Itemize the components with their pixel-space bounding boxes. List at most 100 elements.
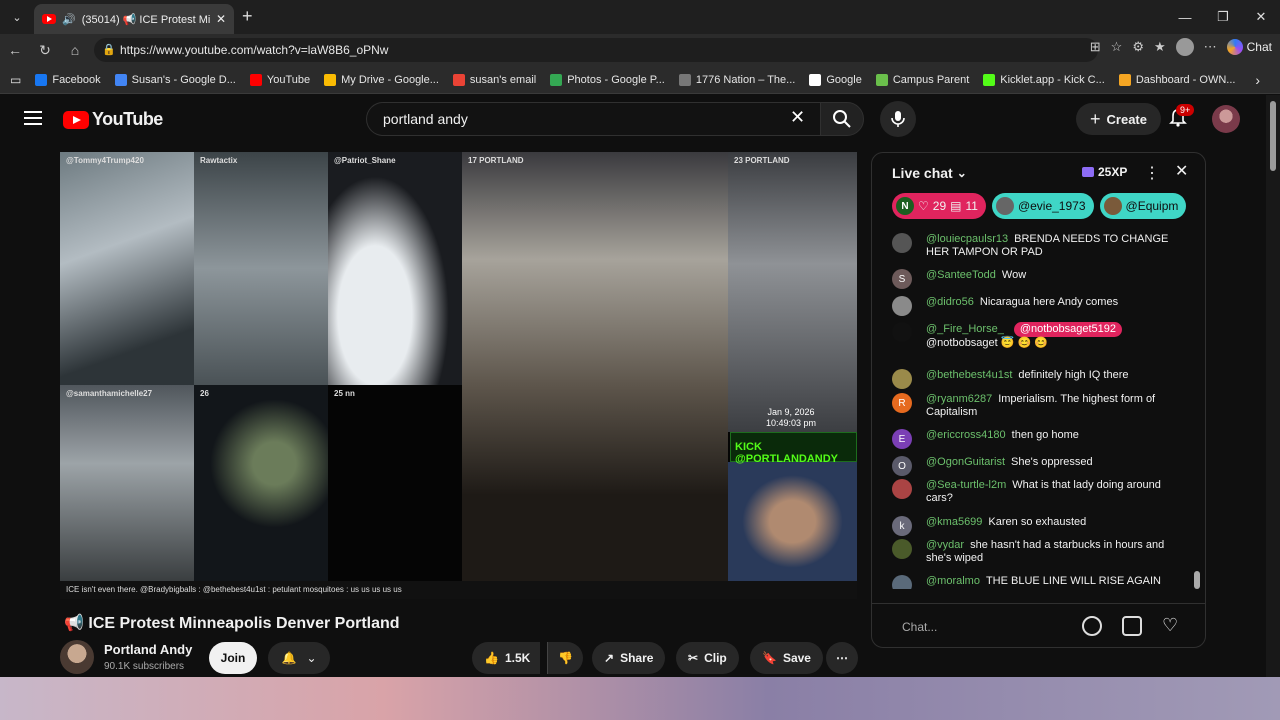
- member-chip[interactable]: @Equipm: [1099, 193, 1187, 219]
- more-bookmarks-icon[interactable]: ›: [1255, 72, 1260, 88]
- youtube-logo[interactable]: YouTube: [63, 109, 163, 130]
- minimize-icon[interactable]: —: [1166, 0, 1204, 34]
- bookmark-item[interactable]: My Drive - Google...: [324, 73, 439, 86]
- chat-avatar[interactable]: [892, 479, 912, 499]
- video-player[interactable]: @Tommy4Trump420 Rawtactix @Patriot_Shane…: [60, 152, 857, 599]
- chat-username[interactable]: @moralmo: [926, 575, 980, 587]
- chat-avatar[interactable]: k: [892, 516, 912, 536]
- chat-username[interactable]: @kma5699: [926, 516, 982, 528]
- chat-message[interactable]: @vydar she hasn't had a starbucks in hour…: [892, 539, 1182, 565]
- member-chip[interactable]: @evie_1973: [991, 193, 1094, 219]
- share-button[interactable]: ↗ Share: [592, 642, 666, 674]
- reload-icon[interactable]: ↻: [30, 42, 60, 59]
- clip-button[interactable]: ✂ Clip: [676, 642, 739, 674]
- poll-chip[interactable]: N ♡ 29 ▤ 11: [892, 193, 986, 219]
- apps-icon[interactable]: ⊞: [1090, 39, 1101, 55]
- bookmark-item[interactable]: Kicklet.app - Kick C...: [983, 73, 1105, 86]
- super-chat-icon[interactable]: [1122, 616, 1142, 636]
- bookmark-item[interactable]: Photos - Google P...: [550, 73, 665, 86]
- chat-message[interactable]: k @kma5699 Karen so exhausted: [892, 516, 1182, 536]
- reading-list-icon[interactable]: ▭: [10, 73, 21, 87]
- chat-message[interactable]: @louiecpaulsr13 BRENDA NEEDS TO CHANGE HE…: [892, 233, 1182, 259]
- chat-avatar[interactable]: [892, 296, 912, 316]
- new-tab-icon[interactable]: +: [242, 6, 253, 27]
- extensions-icon[interactable]: ⚙: [1132, 39, 1144, 55]
- chat-username[interactable]: @bethebest4u1st: [926, 369, 1012, 381]
- bookmark-item[interactable]: Facebook: [35, 73, 101, 86]
- bookmark-item[interactable]: Google: [809, 73, 862, 86]
- profile-icon[interactable]: [1175, 38, 1194, 56]
- chat-scroll-thumb[interactable]: [1194, 571, 1200, 589]
- tab-list-chevron-icon[interactable]: ⌄: [6, 6, 28, 28]
- channel-avatar[interactable]: [60, 640, 94, 674]
- chat-avatar[interactable]: [892, 369, 912, 389]
- chat-username[interactable]: @louiecpaulsr13: [926, 233, 1008, 245]
- create-button[interactable]: + Create: [1076, 103, 1161, 135]
- copilot-button[interactable]: Chat: [1226, 39, 1272, 55]
- channel-name[interactable]: Portland Andy: [104, 642, 192, 657]
- account-avatar[interactable]: [1212, 105, 1240, 133]
- home-icon[interactable]: ⌂: [60, 42, 90, 58]
- chat-more-icon[interactable]: ⋮: [1144, 163, 1160, 183]
- chat-message[interactable]: @didro56 Nicaragua here Andy comes: [892, 296, 1182, 316]
- page-scrollbar[interactable]: [1266, 95, 1280, 677]
- chat-messages[interactable]: @louiecpaulsr13 BRENDA NEEDS TO CHANGE HE…: [872, 227, 1205, 589]
- bookmark-item[interactable]: 1776 Nation – The...: [678, 73, 795, 86]
- address-bar[interactable]: 🔒 https://www.youtube.com/watch?v=laW8B6…: [94, 38, 1098, 62]
- chat-message[interactable]: @moralmo THE BLUE LINE WILL RISE AGAIN: [892, 575, 1182, 589]
- site-info-icon[interactable]: 🔒: [102, 43, 116, 56]
- join-button[interactable]: Join: [209, 642, 257, 674]
- speaker-icon[interactable]: 🔊: [62, 13, 76, 26]
- dislike-button[interactable]: 👎: [547, 642, 583, 674]
- chat-avatar[interactable]: [892, 539, 912, 559]
- chat-username[interactable]: @Sea-turtle-l2m: [926, 479, 1006, 491]
- chat-username[interactable]: @ericcross4180: [926, 429, 1006, 441]
- bookmark-item[interactable]: YouTube: [249, 73, 310, 86]
- chat-username[interactable]: @_Fire_Horse_: [926, 323, 1004, 335]
- chat-close-icon[interactable]: ✕: [1175, 161, 1188, 181]
- chat-avatar[interactable]: R: [892, 393, 912, 413]
- chat-username[interactable]: @ryanm6287: [926, 393, 992, 405]
- emoji-icon[interactable]: [1082, 616, 1102, 636]
- chat-input[interactable]: Chat...: [890, 614, 1080, 640]
- chat-username[interactable]: @vydar: [926, 539, 964, 551]
- search-input[interactable]: portland andy: [366, 102, 822, 136]
- favorite-star-icon[interactable]: ☆: [1111, 39, 1123, 55]
- chat-avatar[interactable]: S: [892, 269, 912, 289]
- chat-username[interactable]: @OgonGuitarist: [926, 456, 1005, 468]
- chat-message[interactable]: @_Fire_Horse_ @notbobsaget5192 @notbobsage…: [892, 322, 1182, 350]
- favorites-icon[interactable]: ★: [1154, 39, 1166, 55]
- chat-message[interactable]: R @ryanm6287 Imperialism. The highest form…: [892, 393, 1182, 419]
- bookmark-item[interactable]: susan's email: [452, 73, 536, 86]
- chat-avatar[interactable]: [892, 322, 912, 342]
- window-close-icon[interactable]: ✕: [1242, 0, 1280, 34]
- chat-message[interactable]: @bethebest4u1st definitely high IQ there: [892, 369, 1182, 389]
- bookmark-item[interactable]: Campus Parent: [875, 73, 969, 86]
- search-button[interactable]: [820, 102, 864, 136]
- tab-close-icon[interactable]: ✕: [216, 12, 226, 26]
- save-button[interactable]: 🔖 Save: [750, 642, 823, 674]
- chat-mention-badge[interactable]: @notbobsaget5192: [1013, 322, 1123, 337]
- maximize-icon[interactable]: ❐: [1204, 0, 1242, 34]
- chat-avatar[interactable]: [892, 233, 912, 253]
- chat-message[interactable]: @Sea-turtle-l2m What is that lady doing a…: [892, 479, 1182, 505]
- more-menu-icon[interactable]: ⋯: [1204, 39, 1217, 55]
- chat-avatar[interactable]: E: [892, 429, 912, 449]
- xp-badge[interactable]: 25XP: [1082, 165, 1127, 179]
- chat-avatar[interactable]: [892, 575, 912, 589]
- chat-message[interactable]: S @SanteeTodd Wow: [892, 269, 1182, 289]
- voice-search-button[interactable]: [880, 101, 916, 137]
- chat-message[interactable]: O @OgonGuitarist She's oppressed: [892, 456, 1182, 476]
- back-icon[interactable]: ←: [0, 42, 30, 58]
- chat-message[interactable]: E @ericcross4180 then go home: [892, 429, 1182, 449]
- chat-username[interactable]: @didro56: [926, 296, 974, 308]
- chat-username[interactable]: @SanteeTodd: [926, 269, 996, 281]
- like-button[interactable]: 👍 1.5K: [472, 642, 541, 674]
- chat-avatar[interactable]: O: [892, 456, 912, 476]
- page-scroll-thumb[interactable]: [1270, 101, 1276, 171]
- menu-hamburger-icon[interactable]: [24, 111, 42, 125]
- more-actions-button[interactable]: ⋯: [826, 642, 858, 674]
- chat-scrollbar[interactable]: [1194, 233, 1200, 589]
- heart-icon[interactable]: ♡: [1162, 615, 1178, 636]
- bookmark-item[interactable]: Dashboard - OWN...: [1118, 73, 1235, 86]
